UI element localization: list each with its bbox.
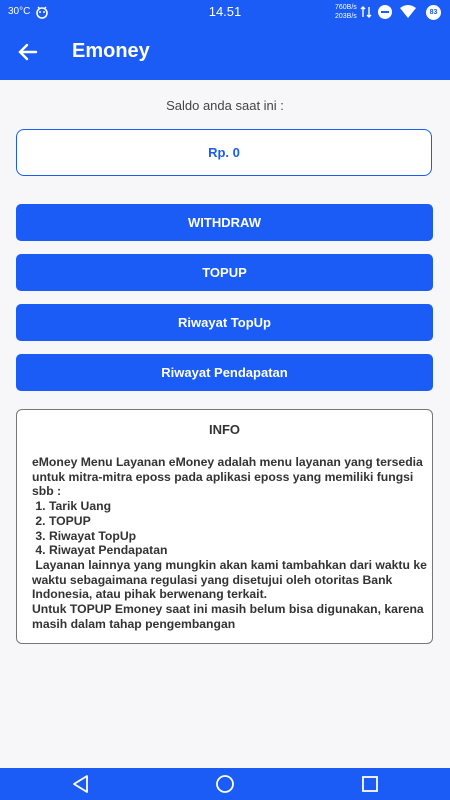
info-text: eMoney Menu Layanan eMoney adalah menu l… bbox=[32, 455, 427, 631]
balance-label: Saldo anda saat ini : bbox=[166, 98, 284, 113]
info-title: INFO bbox=[208, 422, 241, 437]
navigation-bar bbox=[0, 768, 450, 800]
battery-icon: 83 bbox=[426, 5, 441, 20]
topup-button[interactable]: TOPUP bbox=[16, 254, 433, 291]
network-speed: 760B/s 203B/s bbox=[335, 3, 357, 21]
arrow-left-icon[interactable] bbox=[14, 38, 42, 66]
net-up: 760B/s bbox=[335, 4, 357, 11]
home-circle-icon[interactable] bbox=[215, 774, 235, 794]
balance-value: Rp. 0 bbox=[208, 145, 240, 160]
balance-box: Rp. 0 bbox=[16, 129, 432, 176]
dnd-icon bbox=[378, 5, 392, 19]
wifi-icon bbox=[400, 5, 416, 18]
net-down: 203B/s bbox=[335, 13, 357, 20]
riwayat-topup-button[interactable]: Riwayat TopUp bbox=[16, 304, 433, 341]
app-bar: Emoney bbox=[0, 24, 450, 80]
withdraw-button[interactable]: WITHDRAW bbox=[16, 204, 433, 241]
riwayat-pendapatan-button[interactable]: Riwayat Pendapatan bbox=[16, 354, 433, 391]
back-triangle-icon[interactable] bbox=[71, 774, 91, 794]
info-box: INFO eMoney Menu Layanan eMoney adalah m… bbox=[16, 409, 433, 644]
data-arrows-icon bbox=[360, 6, 372, 18]
page-title: Emoney bbox=[72, 40, 150, 62]
recents-square-icon[interactable] bbox=[360, 774, 380, 794]
status-bar: 30°C 14.51 760B/s 203B/s 83 bbox=[0, 0, 450, 24]
